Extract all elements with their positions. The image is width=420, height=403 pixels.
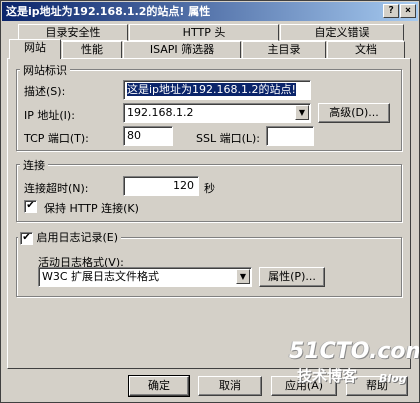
check-icon: ✔ <box>22 231 31 243</box>
description-value: 这是ip地址为192.168.1.2的站点! <box>127 83 296 96</box>
description-label: 描述(S): <box>24 85 66 98</box>
tab-panel-website: 网站标识 描述(S): 这是ip地址为192.168.1.2的站点! IP 地址… <box>7 58 411 369</box>
cancel-button[interactable]: 取消 <box>198 376 262 396</box>
log-properties-button[interactable]: 属性(P)... <box>259 267 325 287</box>
tab-isapi-filters[interactable]: ISAPI 筛选器 <box>123 41 241 58</box>
description-field[interactable]: 这是ip地址为192.168.1.2的站点! <box>123 80 311 100</box>
ssl-port-label: SSL 端口(L): <box>196 132 261 145</box>
tab-custom-errors[interactable]: 自定义错误 <box>280 24 404 41</box>
ip-address-combo[interactable]: 192.168.1.2 ▼ <box>123 103 311 123</box>
ok-button[interactable]: 确定 <box>128 375 190 397</box>
check-icon: ✔ <box>26 200 35 211</box>
close-title-button[interactable]: × <box>400 4 416 18</box>
window-title: 这是ip地址为192.168.1.2的站点! 属性 <box>6 5 211 18</box>
log-format-combo[interactable]: W3C 扩展日志文件格式 ▼ <box>38 267 252 287</box>
advanced-button[interactable]: 高级(D)... <box>318 103 390 123</box>
log-format-value: W3C 扩展日志文件格式 <box>42 270 160 283</box>
help-title-button[interactable]: ? <box>383 4 399 18</box>
ip-address-value: 192.168.1.2 <box>127 106 194 119</box>
chevron-down-icon[interactable]: ▼ <box>295 105 309 120</box>
properties-dialog: 这是ip地址为192.168.1.2的站点! 属性 ? × 目录安全性 HTTP… <box>0 0 420 403</box>
watermark-site: 51CTO.com <box>289 339 420 364</box>
ip-address-label: IP 地址(I): <box>24 109 75 122</box>
enable-logging-label: 启用日志记录(E) <box>36 231 119 244</box>
timeout-label: 连接超时(N): <box>24 182 89 195</box>
tab-performance[interactable]: 性能 <box>62 41 122 58</box>
tab-documents[interactable]: 文档 <box>327 41 405 58</box>
watermark-blog: Blog <box>379 372 407 385</box>
tab-http-headers[interactable]: HTTP 头 <box>129 24 279 41</box>
chevron-down-icon[interactable]: ▼ <box>236 269 250 284</box>
tcp-port-field[interactable]: 80 <box>123 126 173 146</box>
keepalive-label: 保持 HTTP 连接(K) <box>44 202 139 215</box>
logging-group-header: ✔ 启用日志记录(E) <box>18 229 122 245</box>
tab-website[interactable]: 网站 <box>9 39 61 59</box>
website-id-group-label: 网站标识 <box>20 62 70 78</box>
enable-logging-checkbox[interactable]: ✔ <box>20 231 33 245</box>
title-bar: 这是ip地址为192.168.1.2的站点! 属性 <box>2 2 418 21</box>
timeout-field[interactable]: 120 <box>123 176 199 196</box>
watermark-tagline: 技术博客 <box>297 367 358 385</box>
timeout-unit: 秒 <box>204 182 215 195</box>
ssl-port-field[interactable] <box>266 126 314 146</box>
keepalive-checkbox[interactable]: ✔ <box>24 200 37 213</box>
tab-home-directory[interactable]: 主目录 <box>242 41 326 58</box>
connection-group-label: 连接 <box>20 157 48 173</box>
tcp-port-label: TCP 端口(T): <box>24 132 89 145</box>
